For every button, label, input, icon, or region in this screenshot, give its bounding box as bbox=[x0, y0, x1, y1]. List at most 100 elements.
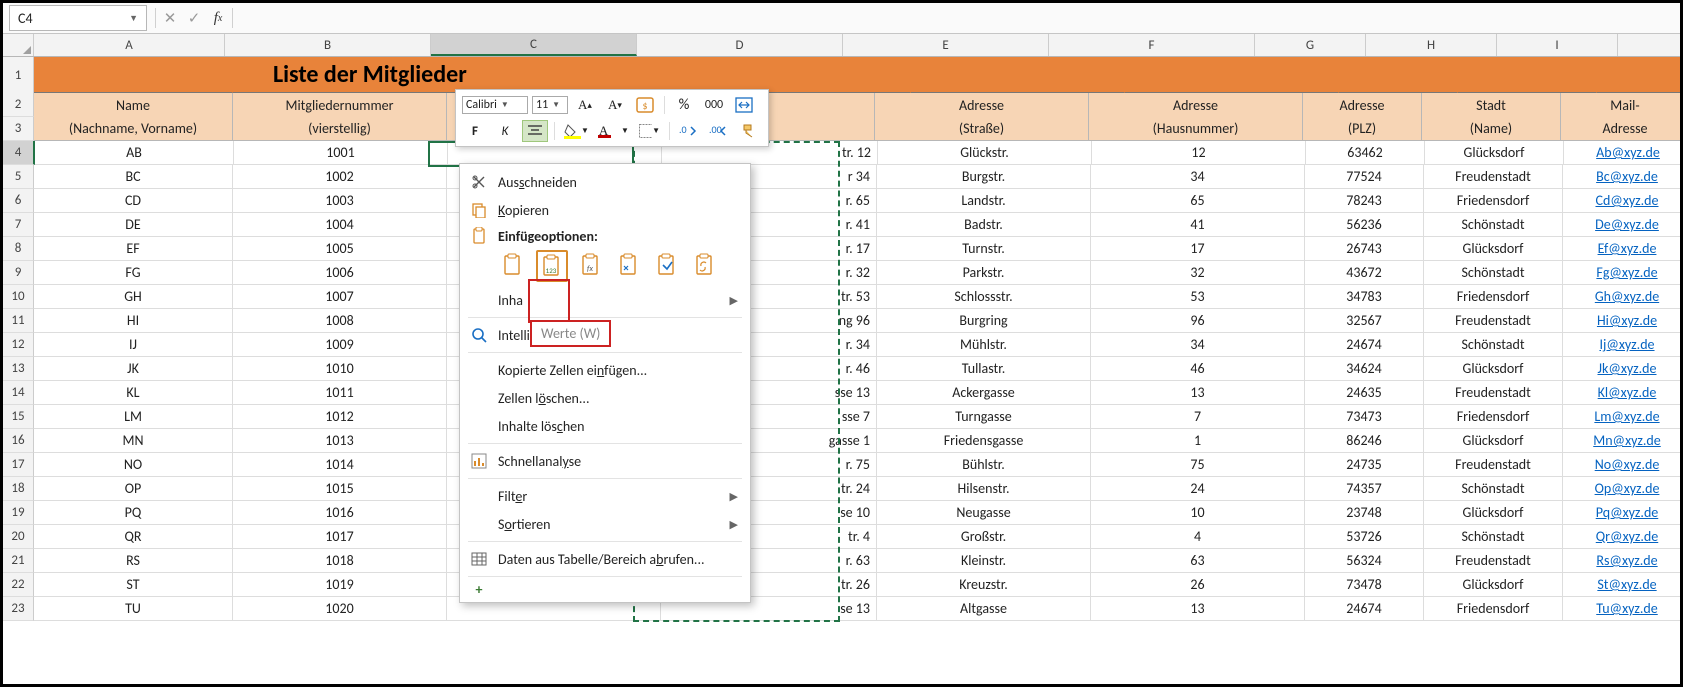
cell-city[interactable]: Glücksdorf bbox=[1424, 429, 1563, 453]
email-link[interactable]: Hi@xyz.de bbox=[1597, 312, 1657, 329]
cell-name[interactable]: AB bbox=[35, 141, 234, 165]
email-link[interactable]: No@xyz.de bbox=[1595, 456, 1660, 473]
cell-email[interactable]: No@xyz.de bbox=[1563, 453, 1683, 477]
cell-name[interactable]: TU bbox=[34, 597, 233, 621]
title-cell[interactable] bbox=[34, 57, 233, 93]
header-cell[interactable]: Adresse bbox=[875, 93, 1089, 117]
decrease-decimal-icon[interactable]: .00 bbox=[706, 120, 732, 142]
cell-zip[interactable]: 34783 bbox=[1305, 285, 1424, 309]
row-header[interactable]: 14 bbox=[3, 381, 34, 405]
cell-name[interactable]: KL bbox=[34, 381, 233, 405]
cell-zip[interactable]: 23748 bbox=[1305, 501, 1424, 525]
cell-member-id[interactable]: 1018 bbox=[233, 549, 447, 573]
menu-delete-cells[interactable]: Zellen löschen... bbox=[460, 384, 750, 412]
cell-zip[interactable]: 24735 bbox=[1305, 453, 1424, 477]
cell-street[interactable]: Ackergasse bbox=[877, 381, 1091, 405]
cell-zip[interactable]: 34624 bbox=[1305, 357, 1424, 381]
cell-member-id[interactable]: 1005 bbox=[233, 237, 447, 261]
cell-member-id[interactable]: 1008 bbox=[233, 309, 447, 333]
row-header[interactable]: 4 bbox=[3, 141, 35, 165]
col-header-g[interactable]: G bbox=[1255, 34, 1366, 56]
col-header-i[interactable]: I bbox=[1497, 34, 1618, 56]
col-header-f[interactable]: F bbox=[1049, 34, 1255, 56]
cell-email[interactable]: Op@xyz.de bbox=[1563, 477, 1683, 501]
cell-email[interactable]: Ij@xyz.de bbox=[1563, 333, 1683, 357]
paste-link-icon[interactable] bbox=[690, 250, 720, 280]
cell-member-id[interactable]: 1004 bbox=[233, 213, 447, 237]
cell-email[interactable]: Pq@xyz.de bbox=[1563, 501, 1683, 525]
cell-street[interactable]: Landstr. bbox=[877, 189, 1091, 213]
cell-house-number[interactable]: 17 bbox=[1091, 237, 1305, 261]
header-cell[interactable]: (vierstellig) bbox=[233, 117, 447, 141]
email-link[interactable]: Rs@xyz.de bbox=[1596, 552, 1657, 569]
cell-member-id[interactable]: 1019 bbox=[233, 573, 447, 597]
cell-street[interactable]: Turnstr. bbox=[877, 237, 1091, 261]
menu-insert-copied-cells[interactable]: Kopierte Zellen einfügen... bbox=[460, 356, 750, 384]
row-header[interactable]: 16 bbox=[3, 429, 34, 453]
cell-city[interactable]: Schönstadt bbox=[1424, 261, 1563, 285]
cell-email[interactable]: Tu@xyz.de bbox=[1563, 597, 1683, 621]
cell-city[interactable]: Freudenstadt bbox=[1424, 549, 1563, 573]
header-cell[interactable]: Stadt bbox=[1422, 93, 1561, 117]
cell-street[interactable]: Bühlstr. bbox=[877, 453, 1091, 477]
cell-name[interactable]: MN bbox=[34, 429, 233, 453]
fx-icon[interactable]: fx bbox=[206, 6, 230, 30]
cell-city[interactable]: Freudenstadt bbox=[1424, 381, 1563, 405]
row-header[interactable]: 15 bbox=[3, 405, 34, 429]
title-cell[interactable]: Liste der Mitglieder bbox=[233, 57, 483, 93]
email-link[interactable]: De@xyz.de bbox=[1595, 216, 1659, 233]
chevron-down-icon[interactable]: ▼ bbox=[129, 13, 138, 24]
cell-zip[interactable]: 24674 bbox=[1305, 597, 1424, 621]
email-link[interactable]: Pq@xyz.de bbox=[1596, 504, 1659, 521]
cell-member-id[interactable]: 1017 bbox=[233, 525, 447, 549]
cell-member-id[interactable]: 1016 bbox=[233, 501, 447, 525]
header-cell[interactable]: Name bbox=[34, 93, 233, 117]
cell-street[interactable]: Neugasse bbox=[877, 501, 1091, 525]
cell-zip[interactable]: 56236 bbox=[1305, 213, 1424, 237]
row-header[interactable]: 20 bbox=[3, 525, 34, 549]
cell-name[interactable]: IJ bbox=[34, 333, 233, 357]
cell-zip[interactable]: 26743 bbox=[1305, 237, 1424, 261]
email-link[interactable]: Bc@xyz.de bbox=[1596, 168, 1658, 185]
cell-zip[interactable]: 24674 bbox=[1305, 333, 1424, 357]
cell-zip[interactable]: 86246 bbox=[1305, 429, 1424, 453]
cell-email[interactable]: Fg@xyz.de bbox=[1563, 261, 1683, 285]
cell-house-number[interactable]: 32 bbox=[1091, 261, 1305, 285]
header-cell[interactable]: (Straße) bbox=[875, 117, 1089, 141]
header-cell[interactable]: Adresse bbox=[1561, 117, 1683, 141]
paste-transpose-icon[interactable] bbox=[614, 250, 644, 280]
cell-email[interactable]: Gh@xyz.de bbox=[1563, 285, 1683, 309]
cell-city[interactable]: Schönstadt bbox=[1424, 213, 1563, 237]
cell-house-number[interactable]: 41 bbox=[1091, 213, 1305, 237]
cell-street[interactable]: Schlossstr. bbox=[877, 285, 1091, 309]
header-cell[interactable]: Adresse bbox=[1303, 93, 1422, 117]
row-header[interactable]: 21 bbox=[3, 549, 34, 573]
menu-clear-contents[interactable]: Inhalte löschen bbox=[460, 412, 750, 440]
title-cell[interactable] bbox=[697, 57, 911, 93]
cell-house-number[interactable]: 10 bbox=[1091, 501, 1305, 525]
menu-sort[interactable]: Sortieren ▶ bbox=[460, 510, 750, 538]
cell-city[interactable]: Friedensdorf bbox=[1424, 597, 1563, 621]
col-header-h[interactable]: H bbox=[1366, 34, 1497, 56]
spreadsheet-grid[interactable]: 1 Liste der Mitglieder 2 Name Mitglieder… bbox=[3, 57, 1680, 621]
email-link[interactable]: Kl@xyz.de bbox=[1598, 384, 1657, 401]
menu-filter[interactable]: Filter ▶ bbox=[460, 482, 750, 510]
borders-icon[interactable]: ▼ bbox=[636, 120, 663, 142]
row-header[interactable]: 17 bbox=[3, 453, 34, 477]
cell-email[interactable]: Bc@xyz.de bbox=[1563, 165, 1683, 189]
cell-house-number[interactable]: 13 bbox=[1091, 597, 1305, 621]
row-header[interactable]: 3 bbox=[3, 117, 34, 141]
italic-button[interactable]: K bbox=[492, 120, 518, 142]
cell-email[interactable]: Rs@xyz.de bbox=[1563, 549, 1683, 573]
email-link[interactable]: Ef@xyz.de bbox=[1598, 240, 1657, 257]
cell-zip[interactable]: 24635 bbox=[1305, 381, 1424, 405]
cell-name[interactable]: HI bbox=[34, 309, 233, 333]
fill-color-icon[interactable]: ▼ bbox=[561, 120, 592, 142]
cell-city[interactable]: Glücksdorf bbox=[1425, 141, 1564, 165]
cell-street[interactable]: Parkstr. bbox=[877, 261, 1091, 285]
cell-street[interactable]: Burgring bbox=[877, 309, 1091, 333]
email-link[interactable]: Op@xyz.de bbox=[1595, 480, 1660, 497]
email-link[interactable]: Fg@xyz.de bbox=[1596, 264, 1657, 281]
cell-name[interactable]: JK bbox=[34, 357, 233, 381]
row-header[interactable]: 11 bbox=[3, 309, 34, 333]
